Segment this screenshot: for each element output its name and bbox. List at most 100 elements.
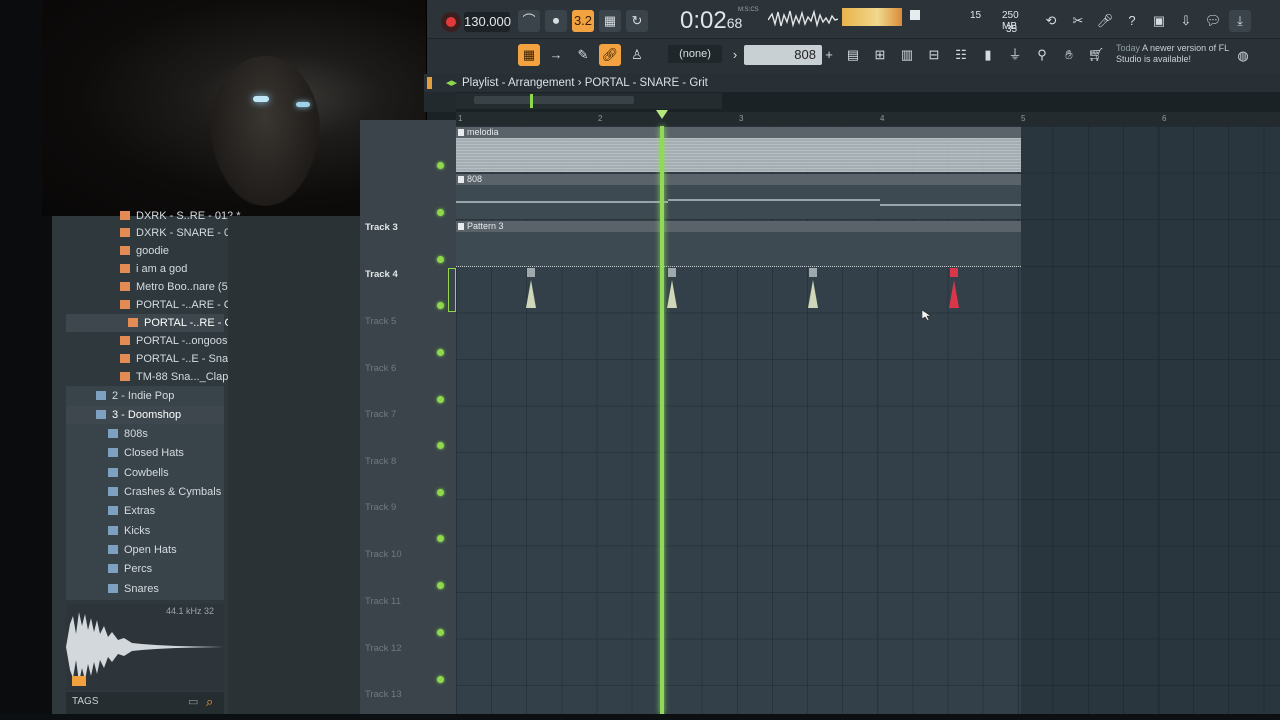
playlist-arrows-icon[interactable]: ◂▸ bbox=[446, 76, 457, 89]
sample-preview[interactable] bbox=[66, 604, 224, 690]
browser-file[interactable]: i am a god bbox=[120, 260, 187, 278]
clip-melodia[interactable]: melodia bbox=[456, 127, 1021, 173]
track-mute-toggle[interactable] bbox=[437, 489, 444, 496]
audio-clip-snare[interactable] bbox=[808, 268, 818, 310]
track-label-7[interactable]: Track 7 bbox=[365, 409, 396, 420]
track-mute-toggle[interactable] bbox=[437, 676, 444, 683]
browser-file[interactable]: TM-88 Sna..._Clap 2 bbox=[120, 368, 238, 386]
browser-folder[interactable]: Percs bbox=[108, 560, 152, 578]
shop-icon[interactable]: 🛒︎ bbox=[1085, 44, 1107, 66]
browser-folder[interactable]: Closed Hats bbox=[108, 444, 184, 462]
pattern-selector[interactable]: (none) bbox=[668, 45, 722, 63]
browser-folder[interactable]: Snares bbox=[108, 580, 159, 598]
track-mute-toggle[interactable] bbox=[437, 629, 444, 636]
pattern-prev-icon[interactable]: › bbox=[728, 44, 742, 66]
browser-folder[interactable]: Extras bbox=[108, 502, 155, 520]
track-label-10[interactable]: Track 10 bbox=[365, 549, 402, 560]
track-label-11[interactable]: Track 11 bbox=[365, 596, 401, 607]
arrow-right-icon[interactable]: → bbox=[545, 44, 567, 66]
wait-for-input-icon[interactable]: ⏺ bbox=[545, 10, 567, 32]
track-mute-toggle[interactable] bbox=[437, 209, 444, 216]
clip-808[interactable]: 808 bbox=[456, 174, 1021, 220]
folder-label: Crashes & Cymbals bbox=[124, 486, 222, 498]
track-label-5[interactable]: Track 5 bbox=[365, 316, 396, 327]
metronome-icon[interactable]: ⌒ bbox=[518, 10, 540, 32]
track-label-6[interactable]: Track 6 bbox=[365, 363, 396, 374]
record-button[interactable] bbox=[441, 12, 461, 32]
stamp-icon[interactable]: ♙ bbox=[626, 44, 648, 66]
track-mute-toggle[interactable] bbox=[437, 256, 444, 263]
track-mute-toggle[interactable] bbox=[437, 442, 444, 449]
audio-clip-snare[interactable] bbox=[667, 268, 677, 310]
clip-pattern-3[interactable]: Pattern 3 bbox=[456, 221, 1021, 267]
chat-icon[interactable]: 💬︎ bbox=[1202, 10, 1224, 32]
play-preview-icon[interactable] bbox=[72, 676, 86, 686]
pencil-icon[interactable]: ✎ bbox=[572, 44, 594, 66]
timeline-ruler[interactable] bbox=[456, 112, 1280, 126]
track-label-13[interactable]: Track 13 bbox=[365, 689, 402, 700]
playhead[interactable] bbox=[660, 126, 664, 714]
browser-folder[interactable]: Cowbells bbox=[108, 464, 169, 482]
project-icon[interactable]: ▮ bbox=[977, 44, 999, 66]
loop-record-icon[interactable]: ↻ bbox=[626, 10, 648, 32]
browser-file[interactable]: PORTAL -..E - Snake bbox=[120, 350, 240, 368]
search-icon[interactable]: ⌕ bbox=[206, 694, 213, 710]
track-mute-toggle[interactable] bbox=[437, 396, 444, 403]
track-label-9[interactable]: Track 9 bbox=[365, 502, 396, 513]
hand-icon[interactable]: ✋︎ bbox=[1058, 44, 1080, 66]
track-label-4[interactable]: Track 4 bbox=[365, 269, 398, 280]
browser-folder[interactable]: Crashes & Cymbals bbox=[108, 483, 221, 501]
browser-icon[interactable]: ☷ bbox=[950, 44, 972, 66]
panel-grip-icon[interactable] bbox=[427, 77, 432, 89]
browser-folder[interactable]: Open Hats bbox=[108, 541, 177, 559]
pin-icon[interactable]: ⚲ bbox=[1031, 44, 1053, 66]
plug-icon[interactable]: ⏚ bbox=[1004, 44, 1026, 66]
save-icon[interactable]: ▣ bbox=[1148, 10, 1170, 32]
browser-folder-open[interactable]: 3 - Doomshop bbox=[66, 406, 224, 424]
mixer-icon[interactable]: ▤ bbox=[842, 44, 864, 66]
browser-file[interactable]: DXRK - S..RE - 012 * bbox=[120, 207, 241, 225]
track-label-12[interactable]: Track 12 bbox=[365, 643, 402, 654]
download-icon[interactable]: ⤓ bbox=[1229, 10, 1251, 32]
browser-file[interactable]: PORTAL -..ongoose bbox=[120, 332, 234, 350]
update-notice[interactable]: Today A newer version of FL Studio is av… bbox=[1116, 43, 1236, 65]
render-icon[interactable]: ⇩ bbox=[1175, 10, 1197, 32]
track-label-8[interactable]: Track 8 bbox=[365, 456, 396, 467]
track-mute-toggle[interactable] bbox=[437, 535, 444, 542]
track-mute-toggle[interactable] bbox=[437, 162, 444, 169]
tempo-display[interactable]: 130.000 bbox=[464, 12, 511, 32]
channel-rack-icon[interactable]: ⊞ bbox=[869, 44, 891, 66]
audio-clip-snare-selected[interactable] bbox=[949, 268, 959, 310]
link-icon[interactable]: 🔗︎ bbox=[599, 44, 621, 66]
playlist-title: Playlist - Arrangement › PORTAL - SNARE … bbox=[462, 74, 708, 92]
track-mute-toggle[interactable] bbox=[437, 302, 444, 309]
globe-icon[interactable]: ◍ bbox=[1232, 45, 1254, 67]
browser-folder[interactable]: 808s bbox=[108, 425, 148, 443]
browser-file[interactable]: PORTAL -..ARE - Cry bbox=[120, 296, 241, 314]
add-pattern-icon[interactable]: + bbox=[822, 44, 836, 66]
microphone-icon[interactable]: 🎤︎ bbox=[1094, 10, 1116, 32]
undo-icon[interactable]: ⟲ bbox=[1040, 10, 1062, 32]
cut-tools-icon[interactable]: ✂ bbox=[1067, 10, 1089, 32]
piano-roll-icon[interactable]: ▥ bbox=[896, 44, 918, 66]
playlist-icon[interactable]: ▦ bbox=[518, 44, 540, 66]
browser-folder[interactable]: Kicks bbox=[108, 522, 150, 540]
audio-clip-snare[interactable] bbox=[526, 268, 536, 310]
help-icon[interactable]: ? bbox=[1121, 10, 1143, 32]
countdown-button[interactable]: 3.2 bbox=[572, 10, 594, 32]
folder-add-icon[interactable]: ▭ bbox=[188, 695, 198, 708]
browser-file[interactable]: goodie bbox=[120, 242, 169, 260]
track-label-3[interactable]: Track 3 bbox=[365, 222, 398, 233]
scrollbar-thumb[interactable] bbox=[474, 96, 634, 104]
step-edit-icon[interactable]: ▦ bbox=[599, 10, 621, 32]
track-mute-toggle[interactable] bbox=[437, 349, 444, 356]
browser-file[interactable]: Metro Boo..nare (5) bbox=[120, 278, 231, 296]
browser-file-selected[interactable]: PORTAL -..RE - Grit bbox=[66, 314, 242, 332]
pattern-number-field[interactable]: 808 bbox=[744, 45, 822, 65]
browser-file[interactable]: DXRK - SNARE - 018 bbox=[120, 224, 242, 242]
playhead-marker-icon[interactable] bbox=[656, 110, 668, 119]
file-label: PORTAL -..E - Snake bbox=[136, 353, 240, 365]
browser-folder[interactable]: 2 - Indie Pop bbox=[96, 387, 174, 405]
plugin-picker-icon[interactable]: ⊟ bbox=[923, 44, 945, 66]
track-mute-toggle[interactable] bbox=[437, 582, 444, 589]
